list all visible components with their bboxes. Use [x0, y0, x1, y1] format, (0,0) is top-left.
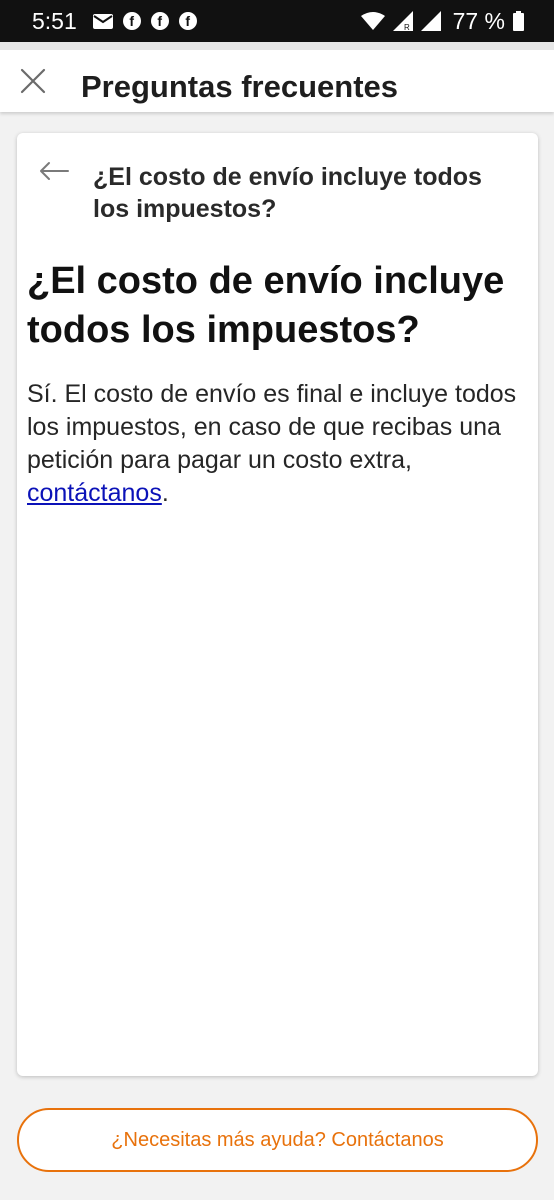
status-bar-right: R 77 %: [360, 7, 524, 35]
back-arrow-icon: [40, 162, 69, 180]
signal-roaming-icon: R: [392, 11, 413, 31]
page-title: Preguntas frecuentes: [81, 69, 398, 104]
close-button[interactable]: [16, 64, 50, 98]
wifi-icon: [360, 12, 385, 30]
status-bar-left: 5:51 f f f: [32, 8, 197, 35]
app-header: Preguntas frecuentes: [0, 42, 554, 112]
clock: 5:51: [32, 7, 77, 34]
faq-article-card: ¿El costo de envío incluye todos los imp…: [17, 133, 538, 1076]
battery-icon: [513, 11, 524, 31]
article-body: Sí. El costo de envío es final e incluye…: [27, 378, 517, 510]
contact-link[interactable]: contáctanos: [27, 479, 162, 507]
status-bar: 5:51 f f f R 77 %: [0, 0, 554, 42]
mail-icon: [92, 13, 113, 29]
facebook-icon: f: [178, 12, 197, 30]
article-body-end: .: [161, 479, 169, 507]
article-breadcrumb-title: ¿El costo de envío incluye todos los imp…: [93, 163, 482, 223]
close-icon: [20, 68, 46, 94]
facebook-icon: f: [150, 12, 169, 30]
facebook-icon: f: [122, 12, 141, 30]
article-body-text: Sí. El costo de envío es final e incluye…: [27, 380, 517, 474]
back-button[interactable]: [39, 159, 73, 183]
battery-percent: 77 %: [452, 7, 505, 34]
signal-icon: [420, 11, 441, 31]
article-title: ¿El costo de envío incluye todos los imp…: [27, 260, 505, 351]
svg-text:R: R: [404, 23, 410, 31]
need-more-help-button[interactable]: ¿Necesitas más ayuda? Contáctanos: [17, 1108, 538, 1172]
